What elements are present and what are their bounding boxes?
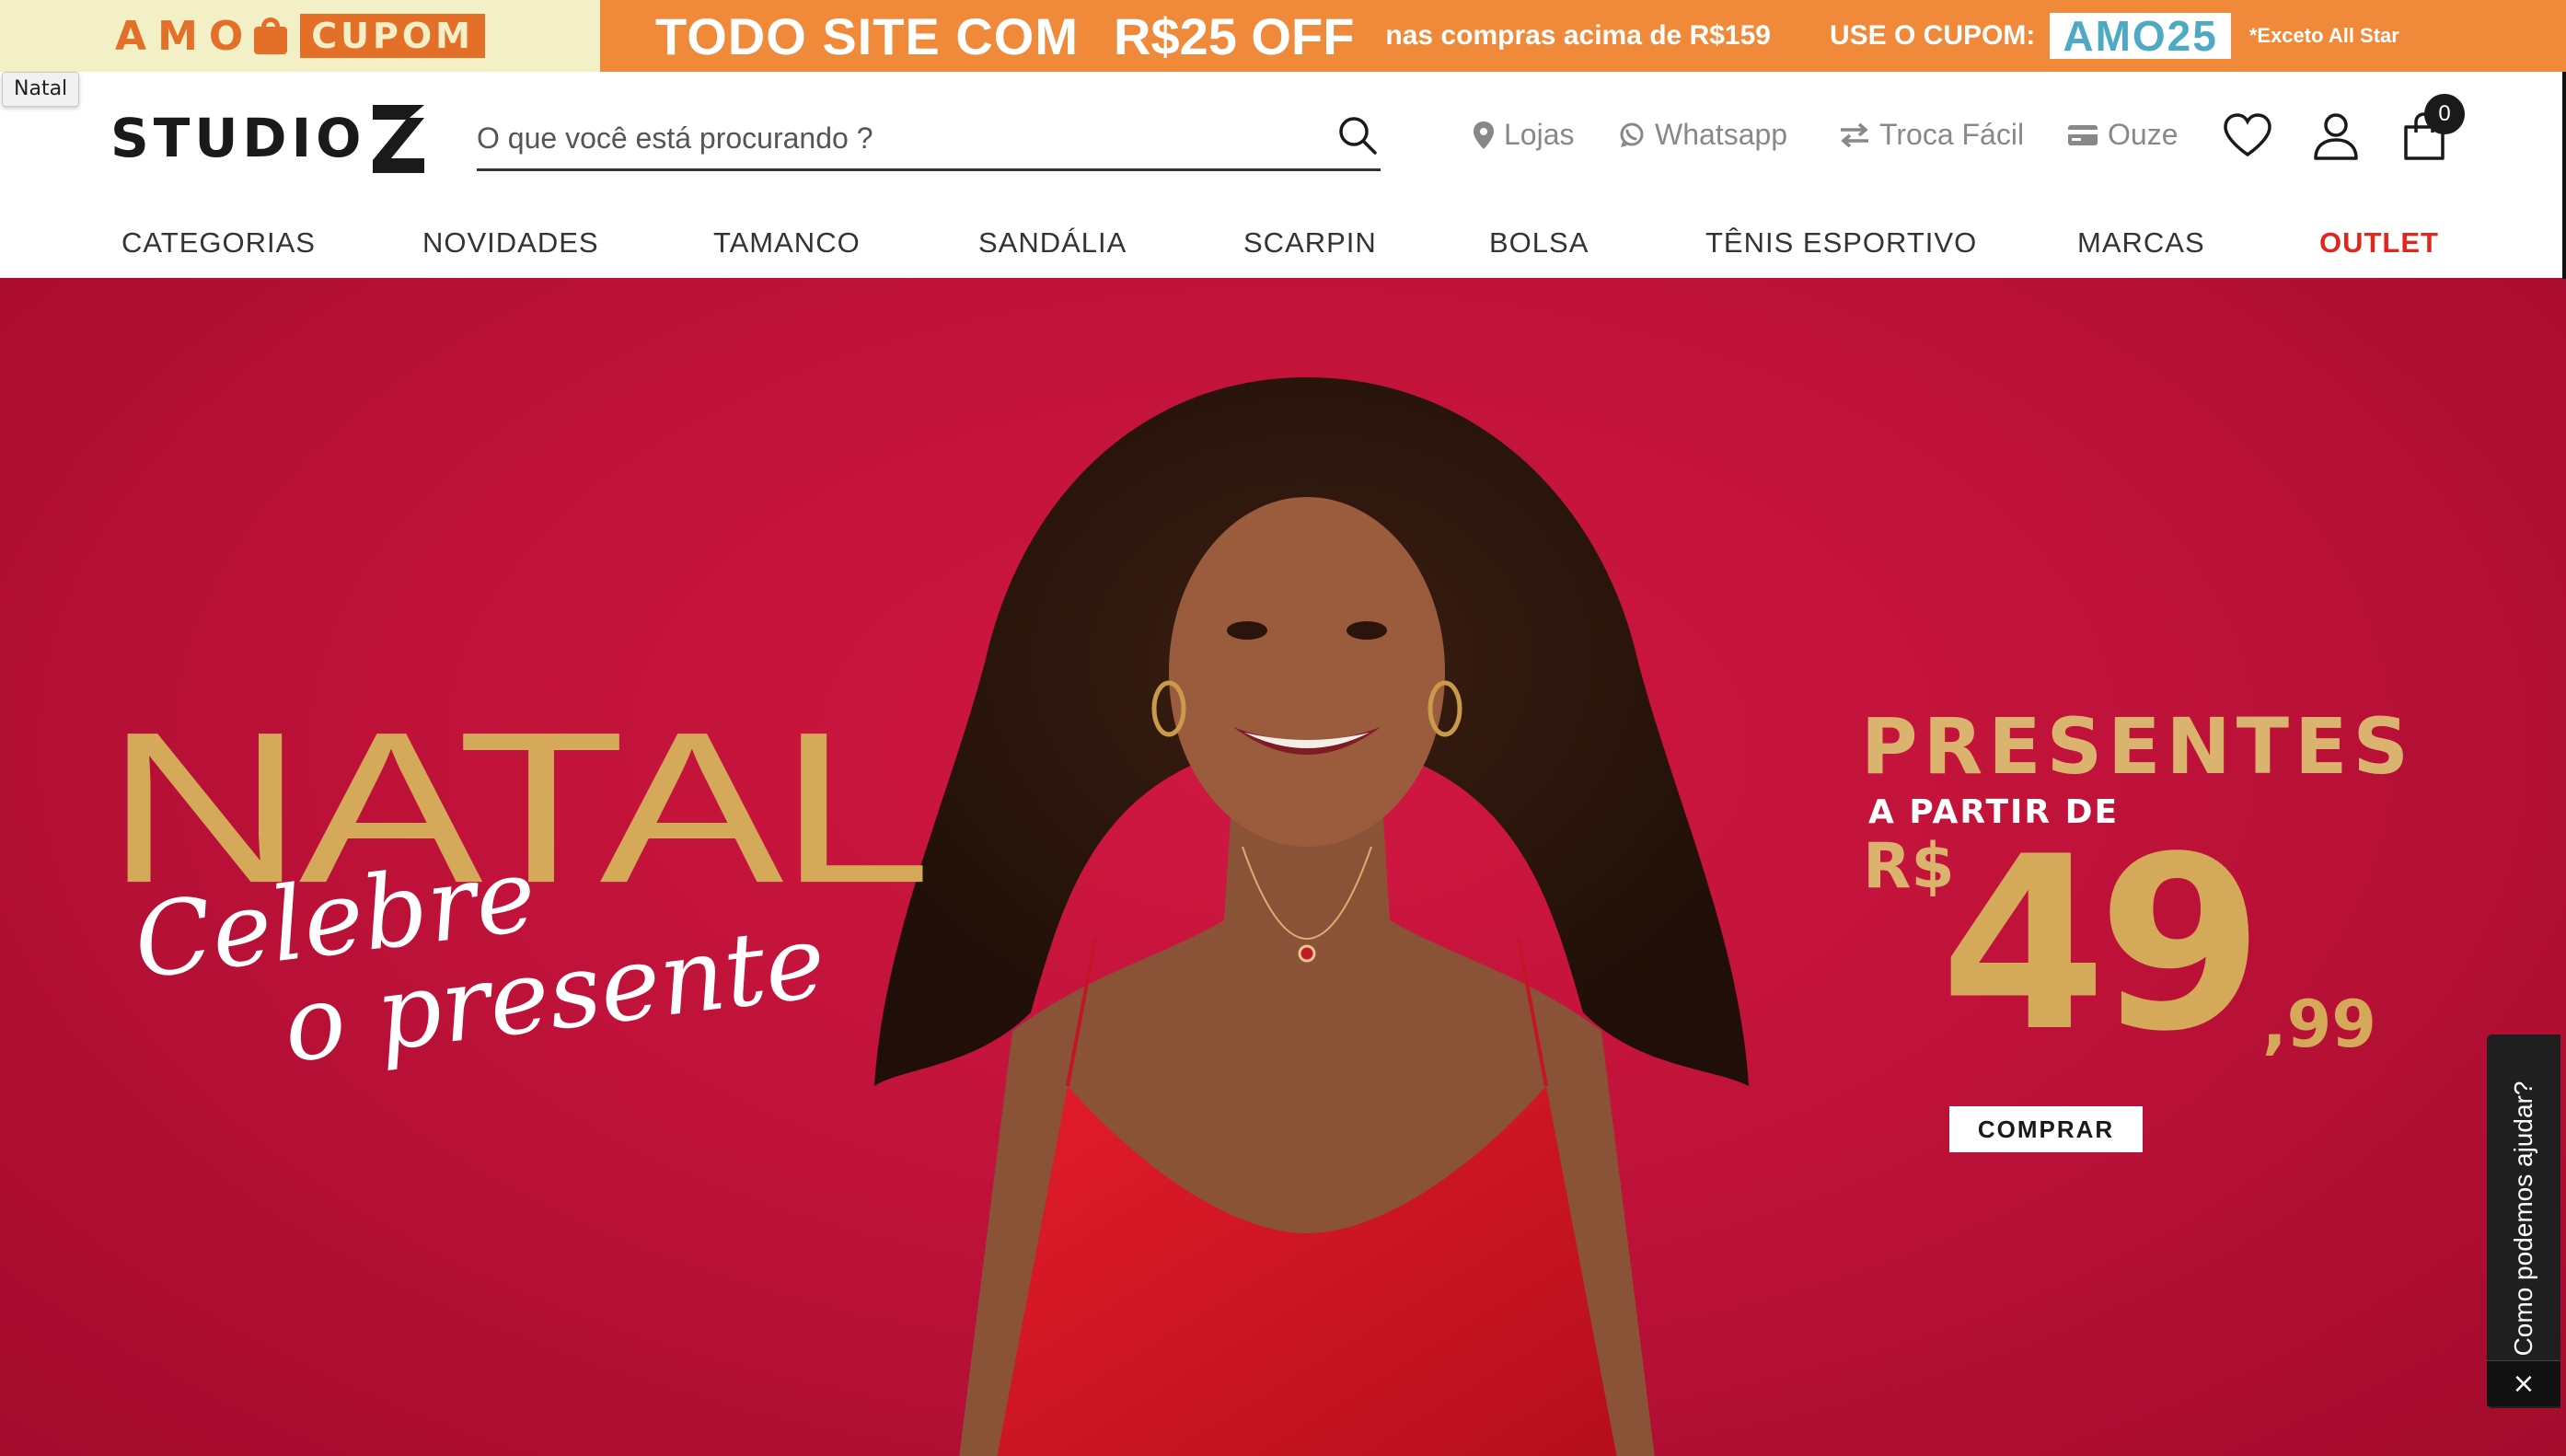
model-photo — [874, 377, 1749, 1456]
scrollbar[interactable] — [2562, 72, 2566, 279]
amo-cupom-badge: AMO CUPOM — [0, 0, 600, 72]
ouze-link[interactable]: Ouze — [2067, 118, 2178, 152]
promo-coupon-code: AMO25 — [2050, 13, 2231, 59]
logo-z-mark — [373, 105, 425, 173]
credit-card-icon — [2068, 124, 2098, 145]
main-nav: CATEGORIAS NOVIDADES TAMANCO SANDÁLIA SC… — [0, 208, 2566, 278]
site-header: STUDIO Lojas Whatsapp Troca Fá — [0, 72, 2566, 208]
lojas-link[interactable]: Lojas — [1473, 118, 1575, 152]
nav-item-marcas[interactable]: MARCAS — [2077, 226, 2205, 260]
nav-item-tenis-esportivo[interactable]: TÊNIS ESPORTIVO — [1705, 226, 1977, 260]
nav-item-novidades[interactable]: NOVIDADES — [422, 226, 599, 260]
nav-item-tamanco[interactable]: TAMANCO — [713, 226, 861, 260]
promo-condition: nas compras acima de R$159 — [1385, 20, 1771, 51]
cart-count-badge: 0 — [2424, 94, 2465, 134]
nav-item-sandalia[interactable]: SANDÁLIA — [978, 226, 1127, 260]
cupom-label: CUPOM — [300, 14, 485, 58]
heart-icon[interactable] — [2220, 109, 2275, 164]
nav-item-bolsa[interactable]: BOLSA — [1489, 226, 1589, 260]
promo-headline: TODO SITE COM — [655, 6, 1079, 65]
promo-message: TODO SITE COM R$25 OFF nas compras acima… — [600, 0, 2566, 72]
user-icon[interactable] — [2308, 109, 2364, 164]
whatsapp-icon — [1620, 122, 1644, 147]
search-bar — [477, 107, 1381, 171]
lojas-label: Lojas — [1504, 118, 1575, 151]
price-value: 49 — [1940, 806, 2264, 1084]
close-icon[interactable]: × — [2487, 1360, 2560, 1406]
logo-text: STUDIO — [110, 107, 366, 169]
comprar-button[interactable]: COMPRAR — [1949, 1106, 2143, 1152]
hero-banner[interactable]: NATAL Celebre o presente PRESENTES A PAR… — [0, 278, 2566, 1456]
whatsapp-link[interactable]: Whatsapp — [1618, 118, 1787, 152]
price-cents: ,99 — [2262, 987, 2377, 1062]
help-label: Como podemos ajudar? — [2509, 1080, 2537, 1357]
amo-text: AMO — [115, 12, 255, 60]
promo-exception: *Exceto All Star — [2248, 24, 2399, 47]
promo-discount: R$25 OFF — [1114, 6, 1355, 65]
ouze-label: Ouze — [2108, 118, 2179, 151]
nav-item-categorias[interactable]: CATEGORIAS — [121, 226, 316, 260]
amo-label: AMO — [115, 13, 295, 60]
tooltip: Natal — [2, 72, 80, 107]
presentes-heading: PRESENTES — [1861, 701, 2414, 792]
help-chat-tab[interactable]: Como podemos ajudar? — [2487, 1034, 2560, 1408]
studio-z-logo[interactable]: STUDIO — [110, 99, 428, 177]
troca-facil-label: Troca Fácil — [1879, 118, 2025, 151]
nav-item-outlet[interactable]: OUTLET — [2319, 226, 2439, 260]
shopping-bag-icon — [254, 17, 288, 54]
search-icon[interactable] — [1335, 112, 1381, 158]
whatsapp-label: Whatsapp — [1655, 118, 1788, 151]
promo-use-coupon: USE O CUPOM: — [1829, 20, 2036, 51]
exchange-arrows-icon — [1841, 122, 1868, 147]
troca-facil-link[interactable]: Troca Fácil — [1839, 118, 2024, 152]
cart-button[interactable]: 0 — [2397, 94, 2465, 164]
search-input[interactable] — [477, 114, 1305, 162]
map-pin-icon — [1474, 121, 1494, 149]
nav-item-scarpin[interactable]: SCARPIN — [1243, 226, 1377, 260]
promo-banner[interactable]: AMO CUPOM TODO SITE COM R$25 OFF nas com… — [0, 0, 2566, 72]
